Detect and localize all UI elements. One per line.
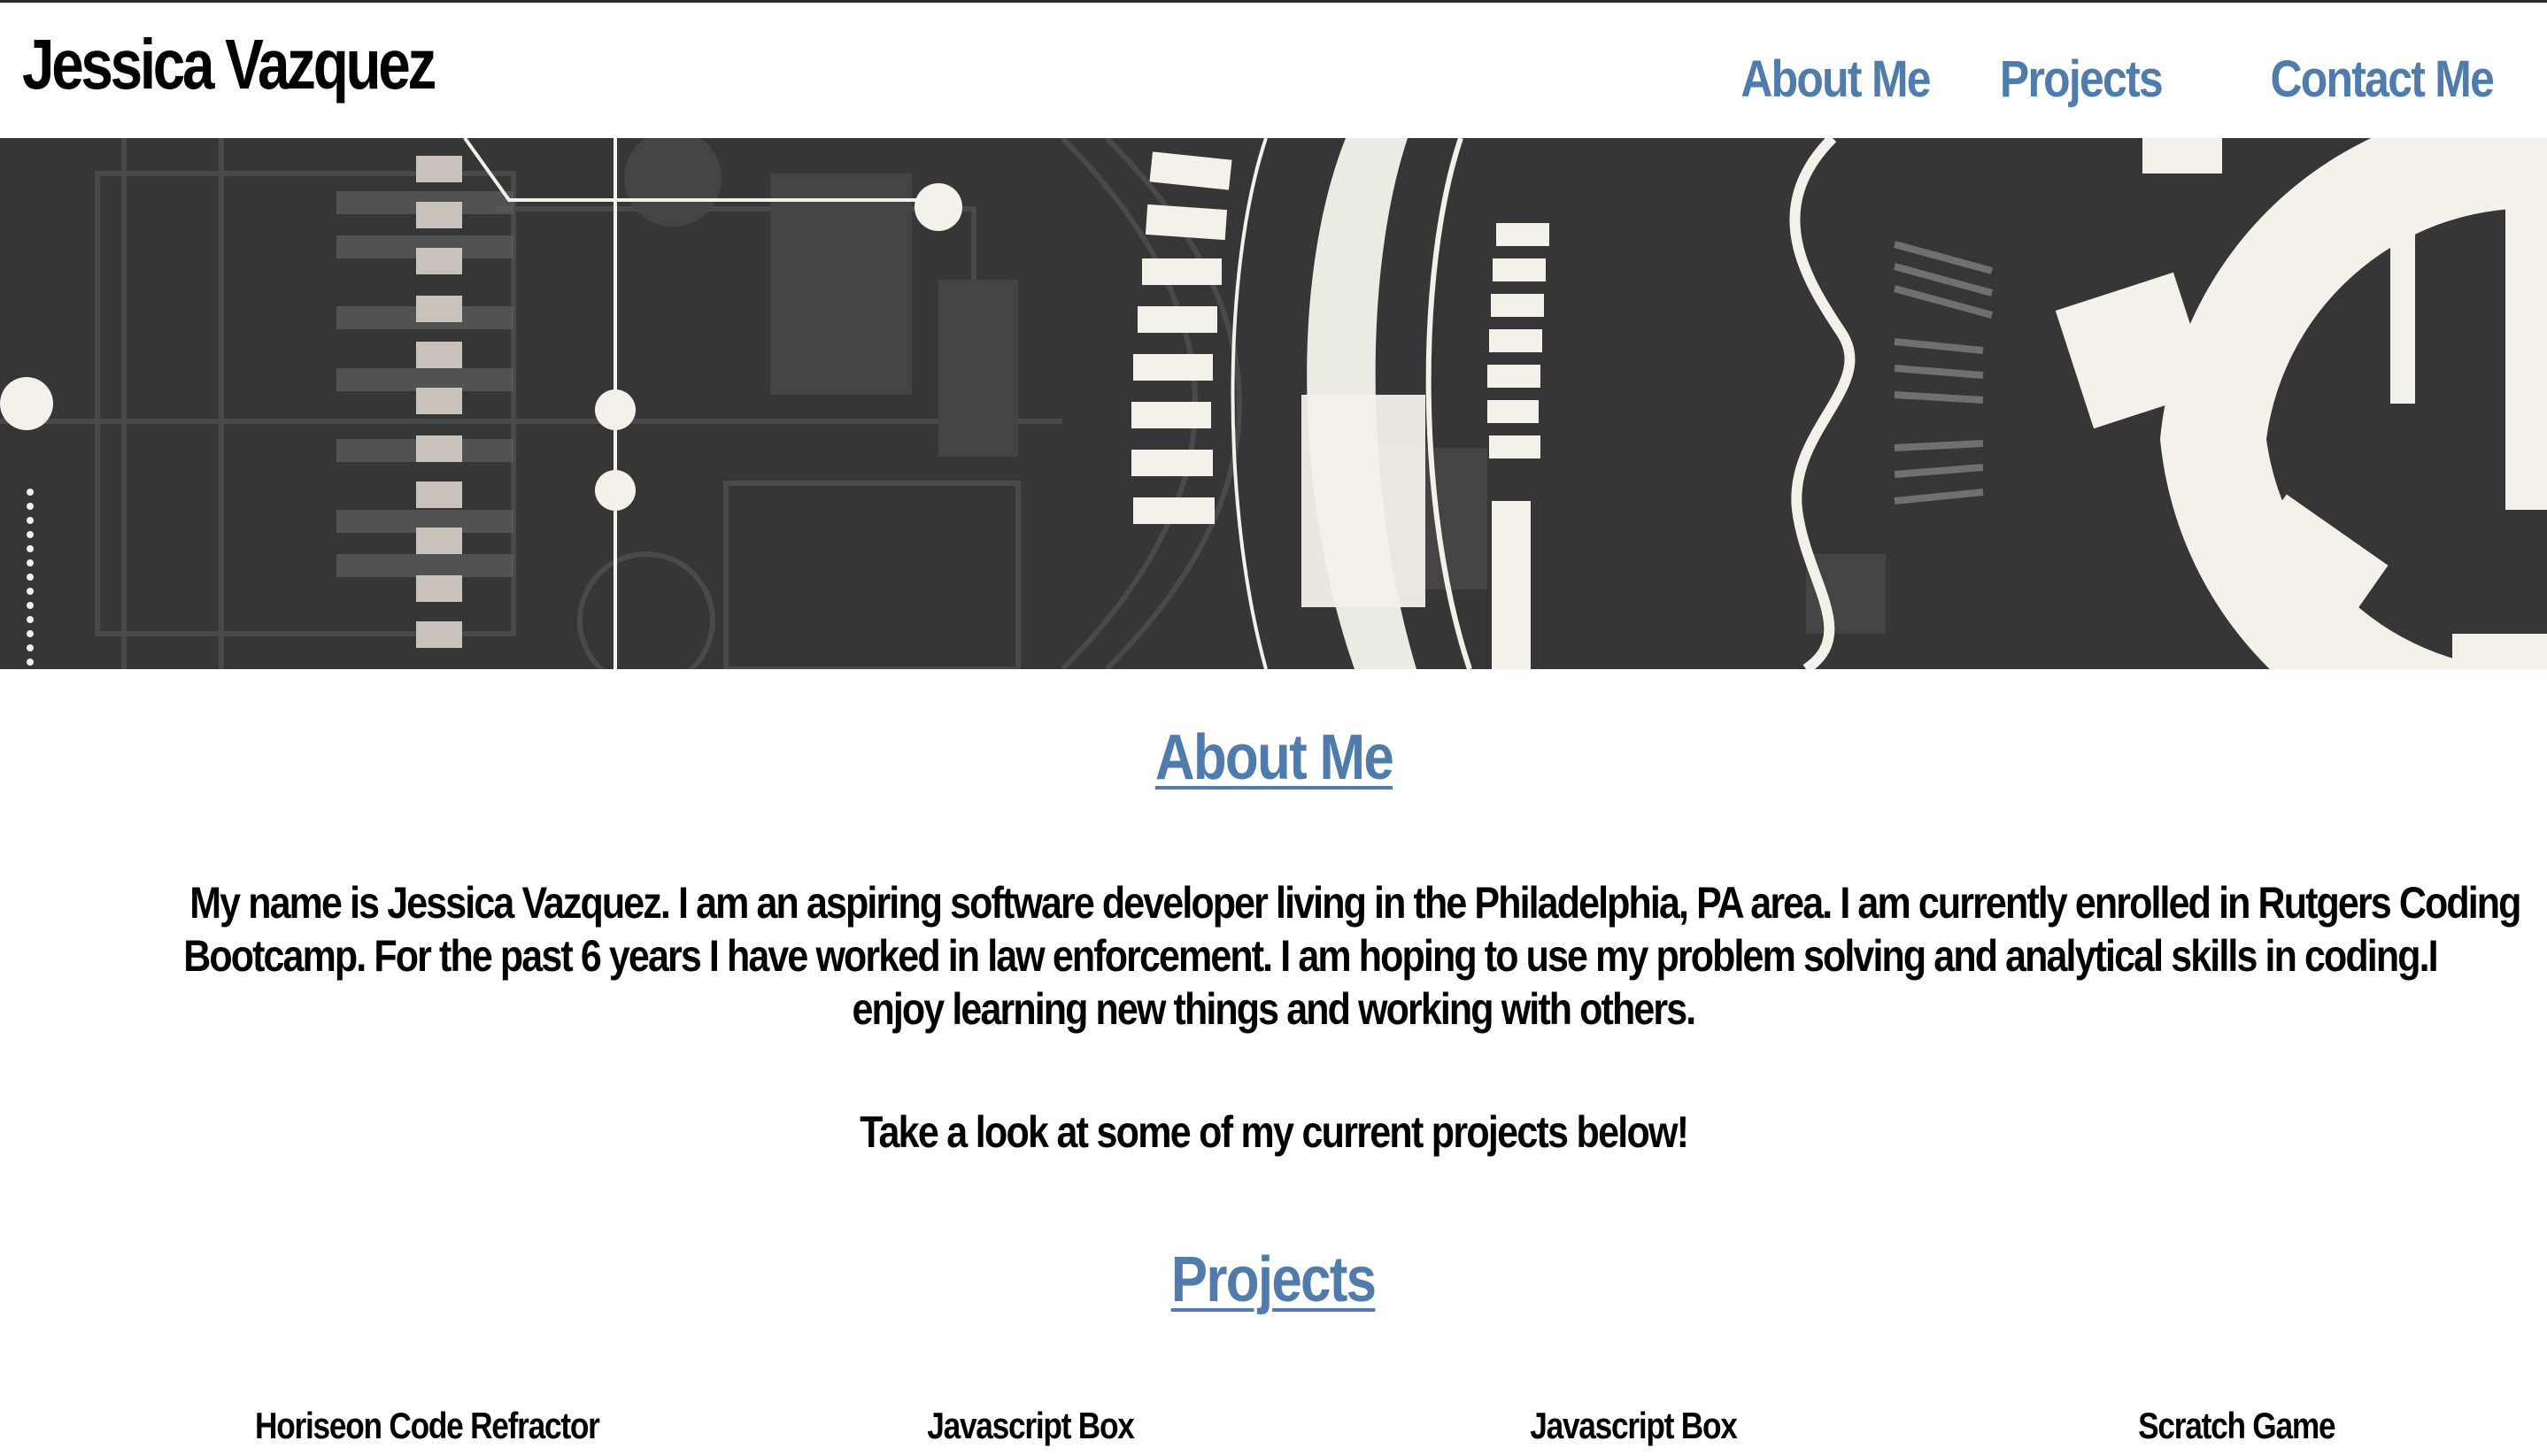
- projects-cta-label: Take a look at some of my current projec…: [859, 1107, 1689, 1157]
- hero-banner-image: [0, 138, 2547, 669]
- site-header: Jessica Vazquez About Me Projects Contac…: [0, 3, 2547, 138]
- projects-cta-text: Take a look at some of my current projec…: [0, 1106, 2547, 1158]
- nav-link-projects[interactable]: Projects: [2000, 54, 2164, 105]
- about-paragraph-line: enjoy learning new things and working wi…: [852, 984, 1697, 1034]
- site-name: Jessica Vazquez: [22, 25, 436, 104]
- about-me-heading-link[interactable]: About Me: [1154, 721, 1393, 794]
- about-me-heading: About Me: [0, 721, 2547, 794]
- about-paragraph: My name is Jessica Vazquez. I am an aspi…: [0, 876, 2547, 1036]
- about-paragraph-line: Bootcamp. For the past 6 years I have wo…: [183, 931, 2438, 981]
- about-paragraph-line: My name is Jessica Vazquez. I am an aspi…: [189, 878, 2521, 928]
- circuit-gear-illustration: [0, 138, 2547, 669]
- project-title: Javascript Box: [1368, 1407, 1899, 1444]
- project-title-label: Javascript Box: [927, 1405, 1135, 1446]
- nav-link-about-me[interactable]: About Me: [1740, 54, 1931, 105]
- projects-heading-link[interactable]: Projects: [1171, 1244, 1377, 1316]
- project-title-label: Horiseon Code Refractor: [254, 1405, 600, 1446]
- nav-link-contact-me[interactable]: Contact Me: [2271, 54, 2495, 105]
- project-title: Javascript Box: [765, 1407, 1296, 1444]
- project-title: Scratch Game: [1971, 1407, 2502, 1444]
- project-title: Horiseon Code Refractor: [161, 1407, 692, 1444]
- projects-heading: Projects: [0, 1244, 2547, 1316]
- project-title-label: Javascript Box: [1530, 1405, 1738, 1446]
- project-title-label: Scratch Game: [2137, 1405, 2335, 1446]
